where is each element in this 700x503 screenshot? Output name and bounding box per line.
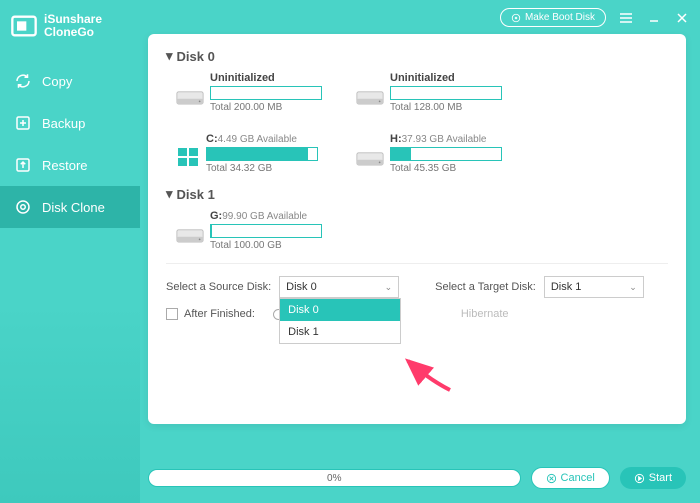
- hamburger-icon: [619, 12, 633, 24]
- partition[interactable]: Uninitialized Total 128.00 MB: [356, 72, 506, 113]
- nav-backup[interactable]: Backup: [0, 102, 140, 144]
- start-button[interactable]: Start: [620, 467, 686, 489]
- after-finished-checkbox[interactable]: [166, 308, 178, 320]
- partition-title: H:37.93 GB Available: [390, 133, 506, 145]
- divider: [166, 263, 668, 264]
- partition-total: Total 100.00 GB: [210, 240, 326, 251]
- chevron-down-icon: ⌄: [385, 282, 393, 293]
- nav-copy[interactable]: Copy: [0, 60, 140, 102]
- chevron-down-icon: ⌄: [629, 282, 637, 293]
- partition-total: Total 34.32 GB: [206, 163, 326, 174]
- usage-bar: [206, 147, 318, 161]
- disk1-header[interactable]: ▾Disk 1: [166, 186, 668, 202]
- partition[interactable]: C:4.49 GB Available Total 34.32 GB: [176, 133, 326, 174]
- partition[interactable]: Uninitialized Total 200.00 MB: [176, 72, 326, 113]
- main-panel: ▾Disk 0 UninitializedTotal 200.00 MBUnin…: [148, 34, 686, 424]
- minimize-button[interactable]: [646, 10, 662, 26]
- drive-icon: [356, 86, 384, 108]
- usage-bar: [210, 224, 322, 238]
- backup-icon: [14, 114, 32, 132]
- chevron-down-icon: ▾: [166, 48, 173, 64]
- dropdown-option-disk1[interactable]: Disk 1: [280, 321, 400, 343]
- progress-bar: 0%: [148, 469, 521, 487]
- source-disk-dropdown: Disk 0 Disk 1: [279, 298, 401, 344]
- partition[interactable]: H:37.93 GB Available Total 45.35 GB: [356, 133, 506, 174]
- disc-icon: [511, 13, 521, 23]
- play-icon: [634, 473, 645, 484]
- partition-title: Uninitialized: [390, 72, 506, 84]
- nav-disk-clone[interactable]: Disk Clone: [0, 186, 140, 228]
- minimize-icon: [648, 12, 660, 24]
- partition[interactable]: G:99.90 GB Available Total 100.00 GB: [176, 210, 326, 251]
- usage-bar: [390, 86, 502, 100]
- menu-button[interactable]: [618, 10, 634, 26]
- usage-bar: [390, 147, 502, 161]
- app-logo: iSunshareCloneGo: [0, 0, 140, 52]
- source-disk-label: Select a Source Disk:: [166, 281, 271, 293]
- windows-icon: [176, 145, 200, 169]
- after-finished-label: After Finished:: [184, 308, 255, 320]
- restore-icon: [14, 156, 32, 174]
- make-boot-disk-button[interactable]: Make Boot Disk: [500, 8, 606, 27]
- drive-icon: [176, 86, 204, 108]
- source-disk-select[interactable]: Disk 0⌄ Disk 0 Disk 1: [279, 276, 399, 298]
- partition-title: Uninitialized: [210, 72, 326, 84]
- nav-restore[interactable]: Restore: [0, 144, 140, 186]
- clonego-icon: [10, 12, 38, 40]
- dropdown-option-disk0[interactable]: Disk 0: [280, 299, 400, 321]
- close-icon: [676, 12, 688, 24]
- partition-total: Total 45.35 GB: [390, 163, 506, 174]
- partition-title: C:4.49 GB Available: [206, 133, 326, 145]
- hibernate-label: Hibernate: [461, 308, 509, 320]
- cancel-icon: [546, 473, 557, 484]
- drive-icon: [356, 147, 384, 169]
- clone-icon: [14, 198, 32, 216]
- partition-title: G:99.90 GB Available: [210, 210, 326, 222]
- target-disk-label: Select a Target Disk:: [435, 281, 536, 293]
- disk0-header[interactable]: ▾Disk 0: [166, 48, 668, 64]
- usage-bar: [210, 86, 322, 100]
- drive-icon: [176, 224, 204, 246]
- chevron-down-icon: ▾: [166, 186, 173, 202]
- logo-line2: CloneGo: [44, 26, 102, 39]
- cancel-button[interactable]: Cancel: [531, 467, 610, 489]
- target-disk-select[interactable]: Disk 1⌄: [544, 276, 644, 298]
- close-button[interactable]: [674, 10, 690, 26]
- partition-total: Total 128.00 MB: [390, 102, 506, 113]
- partition-total: Total 200.00 MB: [210, 102, 326, 113]
- refresh-icon: [14, 72, 32, 90]
